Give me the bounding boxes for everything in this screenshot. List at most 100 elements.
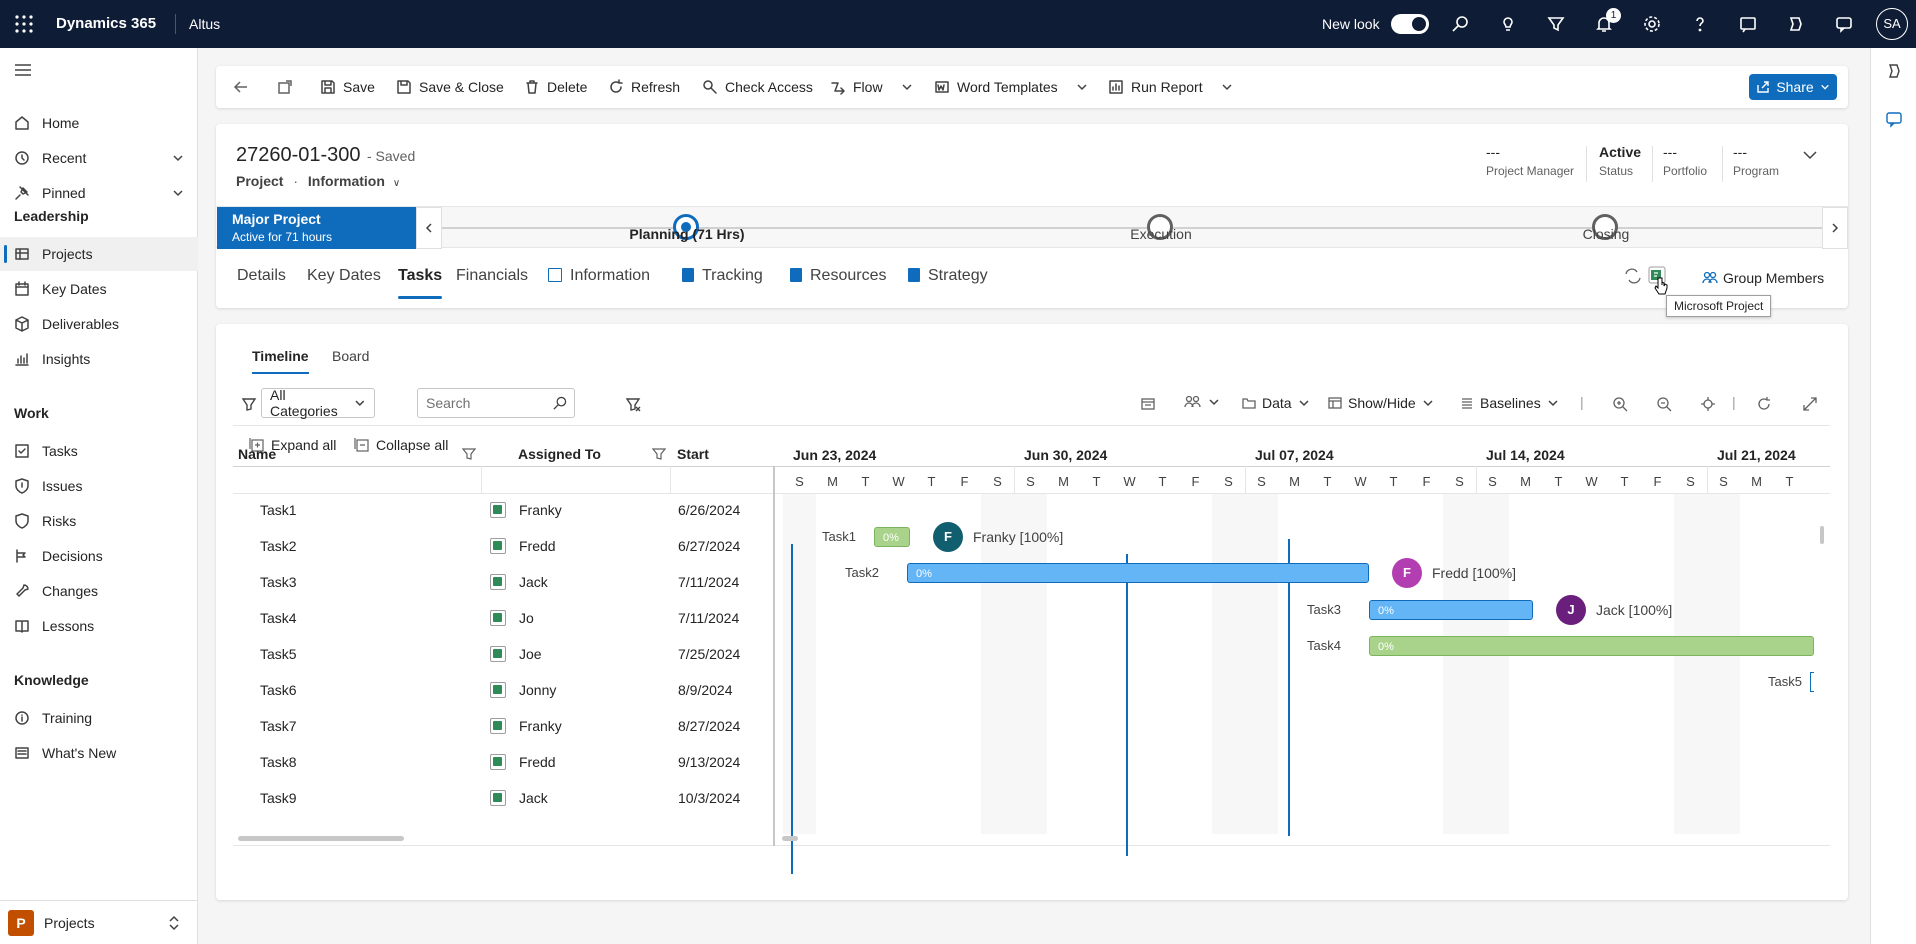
gear-icon[interactable] [1642, 14, 1662, 34]
stage-label-closing[interactable]: Closing [1583, 226, 1630, 242]
column-filter-icon[interactable] [652, 447, 666, 461]
back-arrow-icon[interactable] [233, 79, 249, 95]
user-avatar[interactable]: SA [1876, 8, 1908, 40]
chevron-down-icon[interactable] [172, 152, 184, 164]
sync-icon[interactable] [1624, 268, 1642, 284]
collapse-all-button[interactable]: Collapse all [354, 437, 448, 453]
copilot-icon[interactable] [1786, 14, 1806, 34]
bpf-prev-button[interactable] [416, 207, 442, 249]
new-look-toggle[interactable] [1391, 14, 1429, 34]
feedback-icon[interactable] [1738, 14, 1758, 34]
tab-strategy[interactable]: Strategy [908, 267, 988, 285]
horizontal-scrollbar[interactable] [782, 836, 798, 841]
bpf-next-button[interactable] [1822, 207, 1848, 249]
sidebar-item-home[interactable]: Home [0, 106, 198, 140]
sidebar-item-training[interactable]: Training [0, 701, 198, 735]
refresh-button[interactable]: Refresh [608, 66, 680, 108]
chevron-down-icon[interactable] [172, 187, 184, 199]
copilot-icon[interactable] [1885, 62, 1903, 80]
flow-button[interactable]: Flow [830, 66, 913, 108]
gantt-bar[interactable]: 0% [907, 563, 1369, 583]
app-name[interactable]: Altus [189, 16, 220, 32]
sidebar-item-changes[interactable]: Changes [0, 574, 198, 608]
tab-timeline[interactable]: Timeline [252, 348, 309, 374]
resource-avatar[interactable]: F [1392, 558, 1422, 588]
stage-label-planning[interactable]: Planning (71 Hrs) [629, 226, 744, 242]
sidebar-item-issues[interactable]: Issues [0, 469, 198, 503]
column-filter-icon[interactable] [462, 447, 476, 461]
refresh-icon[interactable] [1756, 396, 1772, 412]
tab-board[interactable]: Board [332, 348, 369, 364]
task-name[interactable]: Task5 [260, 646, 297, 662]
hamburger-icon[interactable] [14, 62, 32, 78]
sidebar-item-deliverables[interactable]: Deliverables [0, 307, 198, 341]
tab-information[interactable]: Information [548, 267, 650, 285]
column-header-start[interactable]: Start [677, 446, 709, 462]
task-name[interactable]: Task2 [260, 538, 297, 554]
vertical-scrollbar[interactable] [1820, 526, 1824, 544]
app-launcher-icon[interactable] [14, 14, 34, 34]
sidebar-item-whats-new[interactable]: What's New [0, 736, 198, 770]
sidebar-item-tasks[interactable]: Tasks [0, 434, 198, 468]
task-name[interactable]: Task8 [260, 754, 297, 770]
portfolio-field[interactable]: --- Portfolio [1663, 144, 1707, 178]
filter-icon[interactable] [241, 396, 257, 412]
open-new-window-icon[interactable] [277, 79, 293, 95]
save-close-button[interactable]: Save & Close [396, 66, 504, 108]
share-button[interactable]: Share [1749, 74, 1837, 100]
task-name[interactable]: Task3 [260, 574, 297, 590]
area-switcher[interactable]: P Projects [0, 900, 198, 944]
search-icon[interactable] [1450, 14, 1470, 34]
column-header-name[interactable]: Name [238, 446, 276, 462]
run-report-button[interactable]: Run Report [1108, 66, 1233, 108]
form-selector[interactable]: Information [308, 173, 385, 189]
tab-key-dates[interactable]: Key Dates [307, 267, 381, 285]
task-name[interactable]: Task9 [260, 790, 297, 806]
gantt-bar[interactable]: 0% [1369, 600, 1533, 620]
help-icon[interactable] [1690, 14, 1710, 34]
group-members-button[interactable]: Group Members [1702, 270, 1824, 286]
splitter[interactable] [773, 466, 775, 846]
lightbulb-icon[interactable] [1498, 14, 1518, 34]
sidebar-item-key-dates[interactable]: Key Dates [0, 272, 198, 306]
gantt-bar[interactable]: 0% [874, 527, 910, 547]
zoom-in-icon[interactable] [1612, 396, 1628, 412]
stage-label-execution[interactable]: Execution [1130, 226, 1191, 242]
tab-details[interactable]: Details [237, 267, 286, 285]
chat-icon[interactable] [1834, 14, 1854, 34]
category-select[interactable]: All Categories [261, 387, 375, 419]
process-stage-flag[interactable]: Major Project Active for 71 hours [217, 207, 416, 249]
tab-tasks[interactable]: Tasks [398, 267, 443, 299]
expand-icon[interactable] [1802, 396, 1818, 412]
sidebar-item-lessons[interactable]: Lessons [0, 609, 198, 643]
column-header-assigned[interactable]: Assigned To [518, 446, 601, 462]
status-field[interactable]: Active Status [1599, 144, 1641, 178]
tab-financials[interactable]: Financials [456, 267, 528, 285]
chevron-down-icon[interactable] [1802, 148, 1818, 162]
show-hide-button[interactable]: Show/Hide [1328, 395, 1434, 411]
project-manager-field[interactable]: --- Project Manager [1486, 144, 1574, 178]
chevron-down-icon[interactable]: ∨ [393, 178, 400, 189]
sidebar-item-risks[interactable]: Risks [0, 504, 198, 538]
delete-button[interactable]: Delete [524, 66, 587, 108]
conversation-icon[interactable] [1885, 110, 1903, 128]
gantt-bar[interactable]: 0% [1369, 636, 1814, 656]
gantt-bar[interactable] [1810, 672, 1814, 692]
search-icon[interactable] [552, 396, 567, 411]
brand-title[interactable]: Dynamics 365 [56, 15, 156, 32]
check-access-button[interactable]: Check Access [702, 66, 813, 108]
task-name[interactable]: Task7 [260, 718, 297, 734]
search-input[interactable]: Search [417, 388, 575, 418]
task-name[interactable]: Task1 [260, 502, 297, 518]
filter-icon[interactable] [1546, 14, 1566, 34]
task-name[interactable]: Task6 [260, 682, 297, 698]
horizontal-scrollbar[interactable] [238, 836, 404, 841]
resource-avatar[interactable]: F [933, 522, 963, 552]
tab-resources[interactable]: Resources [790, 267, 886, 285]
sidebar-item-insights[interactable]: Insights [0, 342, 198, 376]
resources-view-button[interactable] [1184, 395, 1220, 409]
save-button[interactable]: Save [320, 66, 375, 108]
data-button[interactable]: Data [1242, 395, 1310, 411]
baselines-button[interactable]: Baselines [1460, 395, 1559, 411]
layout-icon[interactable] [1140, 396, 1156, 412]
